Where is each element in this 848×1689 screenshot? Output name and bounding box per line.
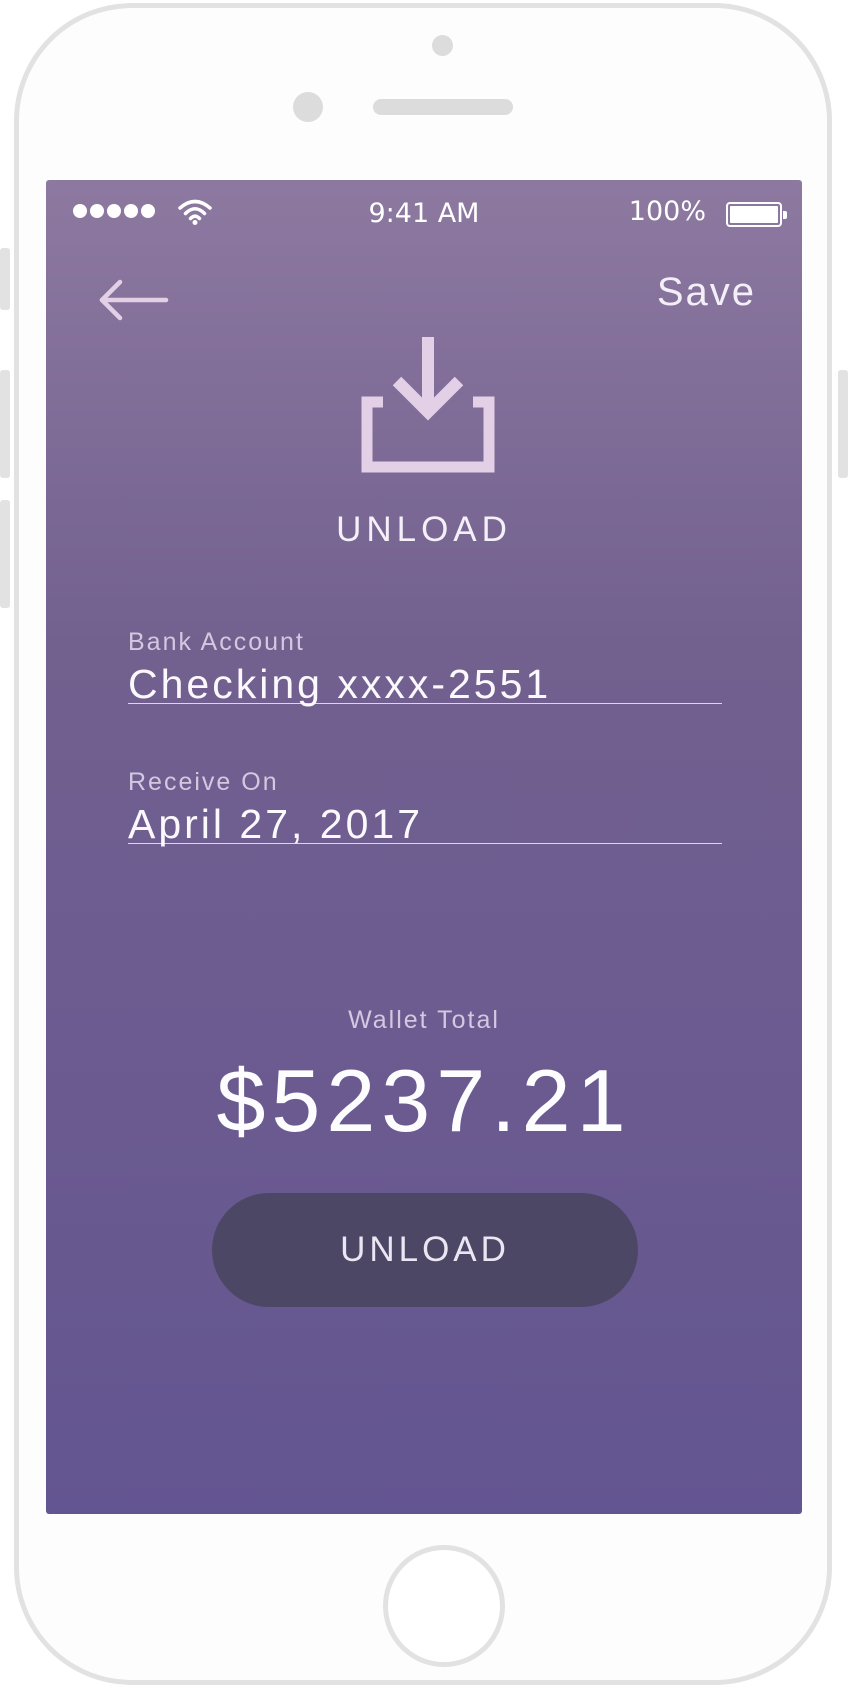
volume-up-button xyxy=(0,370,10,478)
bank-account-label: Bank Account xyxy=(128,628,305,656)
battery-percent: 100% xyxy=(628,196,706,227)
earpiece-speaker xyxy=(373,99,513,115)
receive-on-value[interactable]: April 27, 2017 xyxy=(128,801,722,854)
page-title: UNLOAD xyxy=(336,510,512,549)
bank-account-value[interactable]: Checking xxxx-2551 xyxy=(128,661,722,714)
app-screen: 9:41 AM 100% Save UNLOAD Bank Account Ch… xyxy=(46,180,802,1514)
receive-on-label: Receive On xyxy=(128,768,279,796)
download-tray-icon xyxy=(361,337,495,473)
back-button[interactable] xyxy=(96,270,176,330)
home-button[interactable] xyxy=(383,1545,505,1667)
volume-down-button xyxy=(0,500,10,608)
mute-switch xyxy=(0,248,10,310)
wallet-total-amount: $5237.21 xyxy=(216,1051,632,1150)
front-camera xyxy=(432,35,453,56)
arrow-left-icon xyxy=(99,279,169,321)
proximity-sensor xyxy=(293,92,323,122)
receive-on-field[interactable]: Receive On April 27, 2017 xyxy=(128,768,722,847)
battery-icon xyxy=(726,202,787,227)
save-button[interactable]: Save xyxy=(657,270,756,315)
status-bar: 9:41 AM 100% xyxy=(46,180,802,250)
bank-account-field[interactable]: Bank Account Checking xxxx-2551 xyxy=(128,628,722,707)
power-button xyxy=(838,370,848,478)
unload-button[interactable]: UNLOAD xyxy=(212,1193,638,1307)
wallet-total-label: Wallet Total xyxy=(348,1006,500,1034)
